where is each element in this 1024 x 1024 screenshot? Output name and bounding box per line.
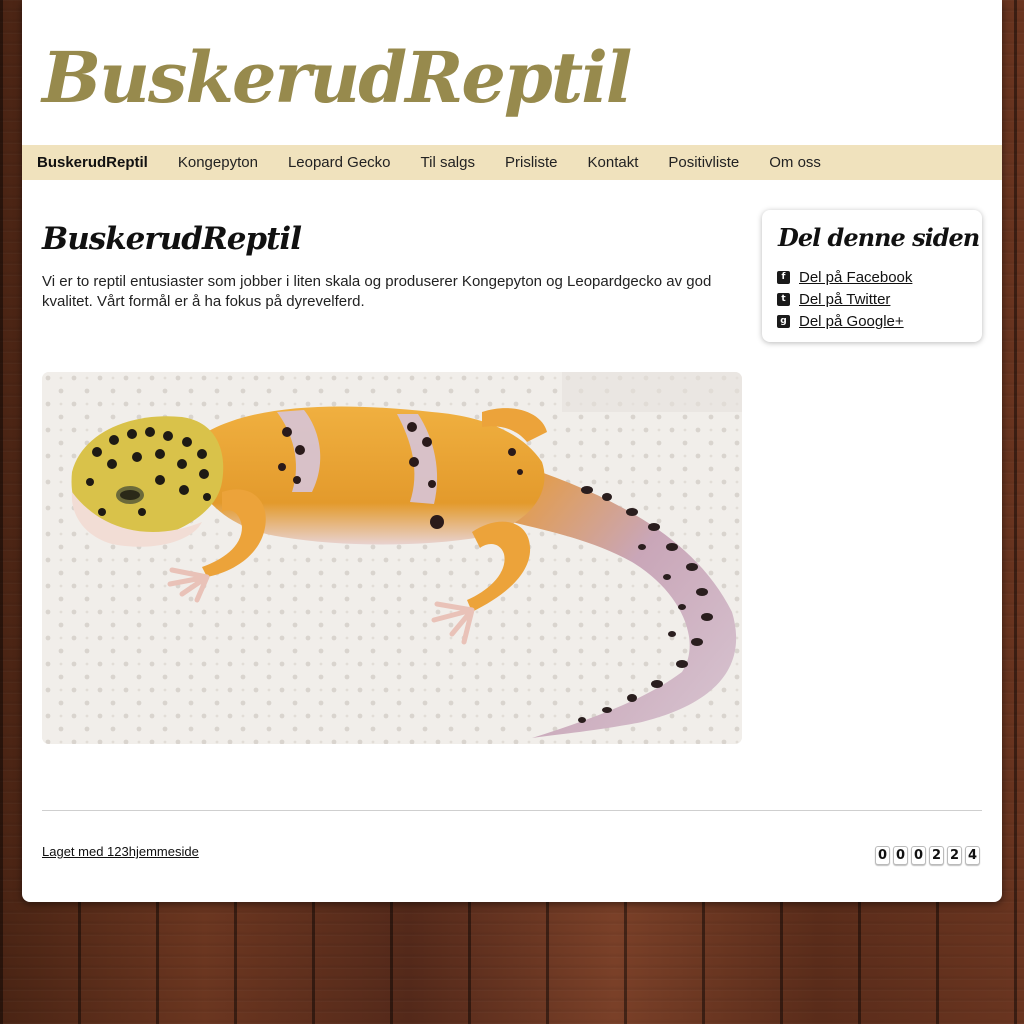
counter-digit: 0	[893, 846, 908, 865]
page-container: BuskerudReptil BuskerudReptil Kongepyton…	[22, 0, 1002, 902]
counter-digit: 0	[911, 846, 926, 865]
share-twitter-link[interactable]: Del på Twitter	[799, 291, 890, 308]
share-item-facebook[interactable]: f Del på Facebook	[777, 266, 912, 288]
footer-divider	[42, 810, 982, 811]
intro-text: Vi er to reptil entusiaster som jobber i…	[42, 273, 712, 310]
share-list: f Del på Facebook t Del på Twitter g Del…	[777, 266, 912, 332]
counter-digit: 2	[947, 846, 962, 865]
share-item-twitter[interactable]: t Del på Twitter	[777, 288, 912, 310]
visitor-counter: 0 0 0 2 2 4	[875, 846, 980, 865]
nav-item-til-salgs[interactable]: Til salgs	[406, 145, 490, 180]
page-title: BuskerudReptil	[42, 221, 302, 257]
share-box: Del denne siden f Del på Facebook t Del …	[762, 210, 982, 342]
counter-digit: 2	[929, 846, 944, 865]
gecko-illustration	[42, 372, 742, 744]
main-nav: BuskerudReptil Kongepyton Leopard Gecko …	[22, 145, 1002, 180]
share-item-google-plus[interactable]: g Del på Google+	[777, 310, 912, 332]
facebook-icon: f	[777, 270, 790, 284]
google-plus-icon: g	[777, 314, 790, 328]
counter-digit: 0	[875, 846, 890, 865]
nav-item-prisliste[interactable]: Prisliste	[490, 145, 573, 180]
twitter-icon: t	[777, 292, 790, 306]
share-google-plus-link[interactable]: Del på Google+	[799, 313, 904, 330]
share-title: Del denne siden	[778, 223, 980, 252]
nav-item-kontakt[interactable]: Kontakt	[573, 145, 654, 180]
nav-item-buskerudreptil[interactable]: BuskerudReptil	[22, 145, 163, 180]
nav-item-leopard-gecko[interactable]: Leopard Gecko	[273, 145, 406, 180]
nav-item-om-oss[interactable]: Om oss	[754, 145, 836, 180]
nav-item-kongepyton[interactable]: Kongepyton	[163, 145, 273, 180]
site-logo[interactable]: BuskerudReptil	[42, 28, 632, 128]
share-facebook-link[interactable]: Del på Facebook	[799, 269, 912, 286]
counter-digit: 4	[965, 846, 980, 865]
nav-item-positivliste[interactable]: Positivliste	[653, 145, 754, 180]
footer-credit-link[interactable]: Laget med 123hjemmeside	[42, 844, 199, 859]
gecko-photo	[42, 372, 742, 744]
